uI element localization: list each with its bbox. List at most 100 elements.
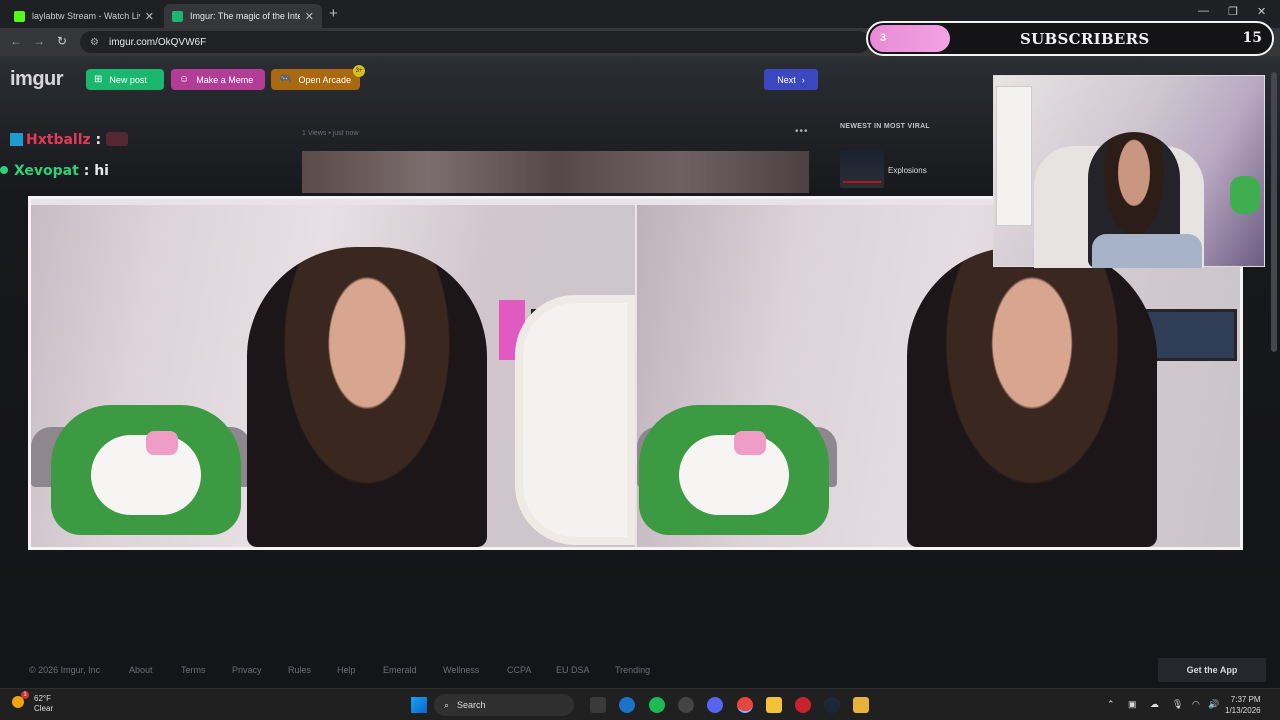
chevron-right-icon: › (801, 74, 805, 85)
back-icon[interactable]: ← (10, 34, 22, 48)
weather-temp: 62°F (34, 694, 51, 703)
tab-imgur[interactable]: Imgur: The magic of the Intern ✕ (164, 4, 322, 28)
tab-close-icon[interactable]: ✕ (145, 10, 154, 23)
footer-copyright: © 2026 Imgur, Inc (29, 665, 101, 675)
plush-toy (1230, 176, 1260, 214)
imgur-footer: © 2026 Imgur, Inc About Terms Privacy Ru… (0, 662, 1280, 680)
tab-title: laylabtw Stream - Watch Live o (32, 11, 140, 21)
scrollbar[interactable] (1271, 72, 1277, 352)
plush-toy (51, 405, 241, 535)
chat-separator: : (83, 163, 90, 179)
chat-message: Hxtballz : (0, 132, 129, 148)
footer-link-help[interactable]: Help (337, 665, 356, 675)
edge-icon[interactable] (619, 697, 635, 713)
post-meta: 1 Views • just now (302, 130, 359, 137)
footer-link-emerald[interactable]: Emerald (383, 665, 417, 675)
footer-link-terms[interactable]: Terms (181, 665, 206, 675)
get-app-button[interactable]: Get the App (1158, 658, 1266, 682)
file-explorer-icon[interactable] (766, 697, 782, 713)
make-meme-button[interactable]: ☺ Make a Meme (171, 69, 265, 90)
person (247, 247, 487, 547)
windows-start-icon[interactable] (411, 697, 427, 713)
footer-link-trending[interactable]: Trending (615, 665, 650, 675)
weather-text: 62°F Clear (34, 694, 53, 714)
obs-icon[interactable] (678, 697, 694, 713)
mirror (515, 295, 635, 545)
address-bar[interactable]: ⚙ imgur.com/OkQVW6F (80, 31, 870, 53)
notification-badge: 1 (21, 691, 29, 699)
subscriber-count: 3 (880, 32, 887, 44)
forward-icon[interactable]: → (33, 34, 45, 48)
sidebar-heading: NEWEST IN MOST VIRAL (840, 123, 930, 130)
emote-icon (106, 132, 129, 146)
chat-username: Xevopat (14, 163, 79, 179)
task-view-icon[interactable] (590, 697, 606, 713)
clock-date: 1/13/2026 (1225, 706, 1261, 715)
chevron-up-icon[interactable]: ⌃ (1107, 699, 1115, 710)
footer-link-rules[interactable]: Rules (288, 665, 311, 675)
reload-icon[interactable]: ↻ (57, 34, 67, 48)
new-post-button[interactable]: ⊞ New post (86, 69, 164, 90)
tab-title: Imgur: The magic of the Intern (190, 11, 300, 21)
chrome-icon[interactable] (737, 697, 753, 713)
kick-favicon-icon (14, 10, 25, 22)
wifi-icon[interactable]: ◠ (1192, 699, 1200, 710)
spotify-icon[interactable] (649, 697, 665, 713)
footer-link-eu-dsa[interactable]: EU DSA (556, 665, 590, 675)
open-arcade-button[interactable]: 🎮 Open Arcade (271, 69, 360, 90)
discord-icon[interactable] (707, 697, 723, 713)
site-info-icon[interactable]: ⚙ (90, 37, 99, 48)
minimize-icon[interactable]: — (1198, 5, 1209, 17)
taskbar-search[interactable]: ⌕ Search (434, 694, 574, 716)
volume-icon[interactable]: 🔊 (1208, 699, 1219, 710)
imgur-favicon-icon (172, 10, 183, 22)
meme-icon: ☺ (179, 74, 190, 85)
subscriber-badge-icon (10, 133, 23, 146)
new-post-label: New post (109, 74, 147, 85)
weather-desc: Clear (34, 704, 54, 713)
plush-toy (639, 405, 829, 535)
tray-app-icon[interactable]: ☁ (1150, 699, 1159, 710)
url-text: imgur.com/OkQVW6F (108, 36, 207, 48)
viral-thumbnail[interactable] (840, 150, 884, 188)
footer-link-wellness[interactable]: Wellness (443, 665, 479, 675)
gamepad-icon: 🎮 (279, 74, 292, 85)
viral-item-title[interactable]: Explosions (888, 166, 927, 175)
tab-close-icon[interactable]: ✕ (305, 10, 314, 23)
window-close-icon[interactable]: ✕ (1257, 5, 1266, 18)
more-options-icon[interactable]: ••• (795, 126, 809, 137)
person (907, 247, 1157, 547)
footer-link-privacy[interactable]: Privacy (232, 665, 262, 675)
next-button[interactable]: Next › (764, 69, 818, 90)
tab-kick-stream[interactable]: laylabtw Stream - Watch Live o ✕ (6, 4, 162, 28)
subscriber-goal: 15 (1242, 30, 1262, 46)
clock-time: 7:37 PM (1230, 695, 1261, 704)
make-meme-label: Make a Meme (196, 74, 254, 85)
chat-username: Hxtballz (26, 132, 91, 148)
system-clock[interactable]: 7:37 PM 1/13/2026 (1225, 694, 1261, 716)
new-tab-button[interactable]: + (329, 5, 338, 22)
chat-separator: : (95, 132, 102, 148)
streamer-legs (1092, 234, 1202, 268)
next-label: Next (777, 74, 796, 85)
post-image-preview (302, 151, 809, 193)
app-icon[interactable] (795, 697, 811, 713)
image-panel-left (31, 205, 635, 547)
imgur-logo[interactable]: imgur (10, 68, 64, 91)
chat-text: hi (94, 163, 109, 179)
footer-link-ccpa[interactable]: CCPA (507, 665, 531, 675)
windows-taskbar: 1 62°F Clear ⌕ Search ⌃ ▣ ☁ 🎙 ◠ 🔊 7:37 PM… (0, 688, 1280, 720)
chat-message: Xevopat : hi (0, 163, 109, 179)
maximize-icon[interactable]: ❐ (1228, 5, 1238, 18)
subscriber-label: SUBSCRIBERS (1020, 30, 1150, 48)
subscriber-goal-bar: 3 SUBSCRIBERS 15 (866, 21, 1274, 56)
door (996, 86, 1032, 226)
tray-app-icon[interactable]: ▣ (1128, 699, 1137, 710)
user-badge-icon (0, 166, 8, 174)
steam-icon[interactable] (824, 697, 840, 713)
streamer-facecam (993, 75, 1265, 268)
microphone-icon[interactable]: 🎙 (1172, 699, 1183, 710)
app-icon[interactable] (853, 697, 869, 713)
open-arcade-label: Open Arcade (298, 74, 351, 85)
footer-link-about[interactable]: About (129, 665, 153, 675)
